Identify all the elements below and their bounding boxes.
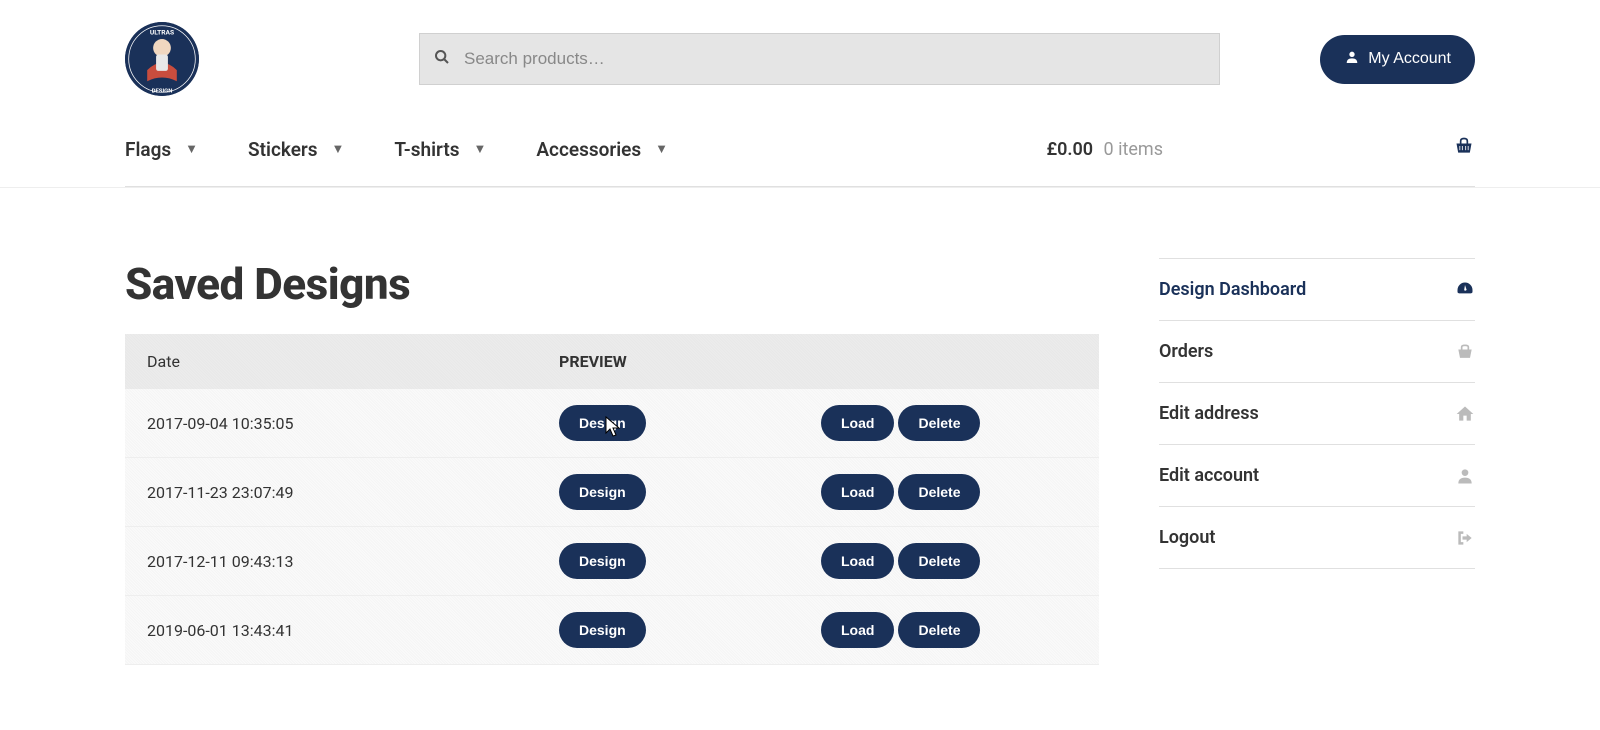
basket-icon[interactable] bbox=[1453, 136, 1475, 162]
nav-item-flags[interactable]: Flags ▼ bbox=[125, 138, 198, 161]
logout-icon bbox=[1455, 528, 1475, 548]
chevron-down-icon: ▼ bbox=[332, 141, 345, 157]
delete-button[interactable]: Delete bbox=[898, 543, 980, 579]
date-cell: 2019-06-01 13:43:41 bbox=[147, 621, 559, 640]
svg-text:DESIGN: DESIGN bbox=[152, 88, 173, 94]
nav-item-stickers[interactable]: Stickers ▼ bbox=[248, 138, 344, 161]
sidebar-item-edit-address[interactable]: Edit address bbox=[1159, 383, 1475, 445]
table-row: 2017-11-23 23:07:49 Design Load Delete bbox=[125, 458, 1099, 527]
user-icon bbox=[1455, 466, 1475, 486]
table-row: 2017-09-04 10:35:05 Design Load Delete bbox=[125, 389, 1099, 458]
preview-cell: Design bbox=[559, 405, 821, 441]
nav-label: Accessories bbox=[536, 138, 641, 161]
cart-items-count: 0 items bbox=[1104, 139, 1163, 160]
delete-button[interactable]: Delete bbox=[898, 405, 980, 441]
main-nav: Flags ▼ Stickers ▼ T-shirts ▼ Accessorie… bbox=[125, 114, 1475, 187]
load-button[interactable]: Load bbox=[821, 405, 894, 441]
table-header: Date PREVIEW bbox=[125, 334, 1099, 389]
actions-cell: Load Delete bbox=[821, 612, 1077, 648]
chevron-down-icon: ▼ bbox=[474, 141, 487, 157]
search-input[interactable] bbox=[419, 33, 1220, 85]
sidebar-item-edit-account[interactable]: Edit account bbox=[1159, 445, 1475, 507]
date-cell: 2017-11-23 23:07:49 bbox=[147, 483, 559, 502]
nav-item-accessories[interactable]: Accessories ▼ bbox=[536, 138, 668, 161]
site-logo[interactable]: ULTRAS DESIGN bbox=[125, 22, 199, 96]
preview-cell: Design bbox=[559, 612, 821, 648]
delete-button[interactable]: Delete bbox=[898, 474, 980, 510]
search-wrapper bbox=[419, 33, 1220, 85]
cart-area[interactable]: £0.00 0 items bbox=[1046, 136, 1475, 162]
sidebar-item-label: Design Dashboard bbox=[1159, 279, 1306, 300]
page-title: Saved Designs bbox=[125, 258, 1099, 310]
home-icon bbox=[1455, 404, 1475, 424]
nav-label: Stickers bbox=[248, 138, 318, 161]
actions-cell: Load Delete bbox=[821, 405, 1077, 441]
design-button[interactable]: Design bbox=[559, 405, 646, 441]
preview-cell: Design bbox=[559, 543, 821, 579]
search-icon bbox=[434, 49, 450, 69]
delete-button[interactable]: Delete bbox=[898, 612, 980, 648]
sidebar-item-orders[interactable]: Orders bbox=[1159, 321, 1475, 383]
column-header-actions bbox=[821, 352, 1077, 371]
actions-cell: Load Delete bbox=[821, 543, 1077, 579]
sidebar-item-label: Logout bbox=[1159, 527, 1215, 548]
column-header-date: Date bbox=[147, 352, 559, 371]
column-header-preview: PREVIEW bbox=[559, 352, 821, 371]
chevron-down-icon: ▼ bbox=[185, 141, 198, 157]
preview-cell: Design bbox=[559, 474, 821, 510]
nav-label: Flags bbox=[125, 138, 171, 161]
actions-cell: Load Delete bbox=[821, 474, 1077, 510]
cart-price: £0.00 bbox=[1046, 139, 1093, 160]
main-area: Saved Designs Date PREVIEW 2017-09-04 10… bbox=[125, 188, 1475, 665]
load-button[interactable]: Load bbox=[821, 612, 894, 648]
design-button[interactable]: Design bbox=[559, 474, 646, 510]
table-row: 2019-06-01 13:43:41 Design Load Delete bbox=[125, 596, 1099, 665]
sidebar: Design Dashboard Orders Edit address bbox=[1159, 258, 1475, 665]
dashboard-icon bbox=[1455, 280, 1475, 300]
nav-menu: Flags ▼ Stickers ▼ T-shirts ▼ Accessorie… bbox=[125, 138, 668, 161]
date-cell: 2017-12-11 09:43:13 bbox=[147, 552, 559, 571]
load-button[interactable]: Load bbox=[821, 543, 894, 579]
sidebar-item-design-dashboard[interactable]: Design Dashboard bbox=[1159, 259, 1475, 321]
basket-icon bbox=[1455, 342, 1475, 362]
svg-text:ULTRAS: ULTRAS bbox=[150, 29, 174, 37]
design-button[interactable]: Design bbox=[559, 543, 646, 579]
chevron-down-icon: ▼ bbox=[655, 141, 668, 157]
nav-label: T-shirts bbox=[394, 138, 459, 161]
sidebar-list: Design Dashboard Orders Edit address bbox=[1159, 258, 1475, 569]
date-cell: 2017-09-04 10:35:05 bbox=[147, 414, 559, 433]
my-account-label: My Account bbox=[1368, 50, 1451, 68]
designs-table: Date PREVIEW 2017-09-04 10:35:05 Design … bbox=[125, 334, 1099, 665]
nav-item-tshirts[interactable]: T-shirts ▼ bbox=[394, 138, 486, 161]
my-account-button[interactable]: My Account bbox=[1320, 35, 1475, 84]
cart-text: £0.00 0 items bbox=[1046, 139, 1163, 160]
header-top: ULTRAS DESIGN My Account bbox=[125, 0, 1475, 114]
sidebar-item-label: Edit address bbox=[1159, 403, 1259, 424]
table-row: 2017-12-11 09:43:13 Design Load Delete bbox=[125, 527, 1099, 596]
design-button[interactable]: Design bbox=[559, 612, 646, 648]
load-button[interactable]: Load bbox=[821, 474, 894, 510]
content: Saved Designs Date PREVIEW 2017-09-04 10… bbox=[125, 258, 1099, 665]
user-icon bbox=[1344, 49, 1360, 70]
sidebar-item-label: Orders bbox=[1159, 341, 1213, 362]
sidebar-item-logout[interactable]: Logout bbox=[1159, 507, 1475, 569]
sidebar-item-label: Edit account bbox=[1159, 465, 1259, 486]
